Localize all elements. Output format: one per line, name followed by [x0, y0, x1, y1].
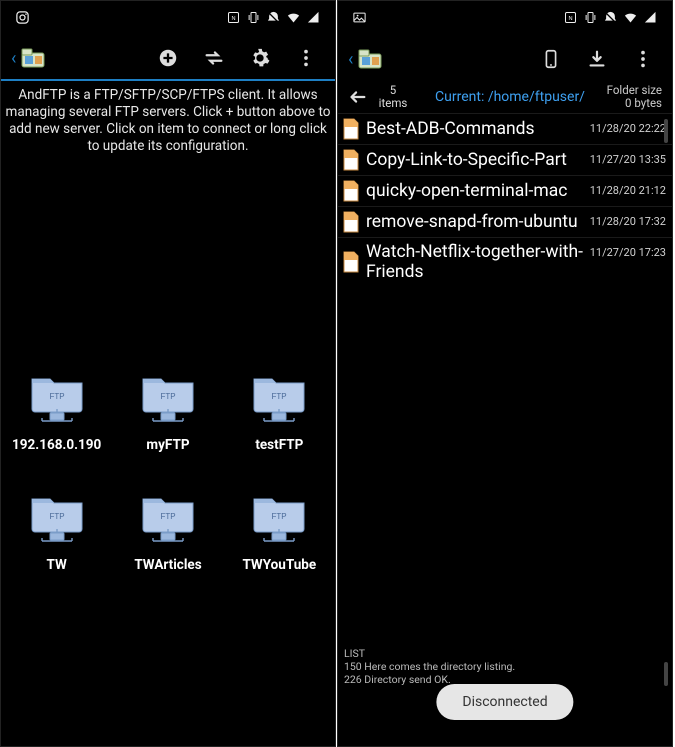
server-label: testFTP: [255, 437, 303, 453]
wifi-icon: [286, 10, 301, 28]
file-row[interactable]: Copy-Link-to-Specific-Part 11/27/20 13:3…: [338, 144, 672, 175]
ftp-folder-icon: FTP: [250, 369, 308, 425]
ftp-folder-icon: FTP: [28, 489, 86, 545]
nfc-icon: N: [226, 10, 241, 28]
ftp-folder-icon: FTP: [139, 489, 197, 545]
ftp-folder-icon: FTP: [139, 369, 197, 425]
svg-text:FTP: FTP: [49, 512, 64, 521]
file-name: Copy-Link-to-Specific-Part: [366, 150, 586, 170]
file-date: 11/28/20 21:12: [586, 180, 666, 197]
nfc-icon: N: [563, 10, 578, 28]
vibrate-icon: [246, 10, 261, 28]
device-button[interactable]: [528, 37, 574, 81]
app-toolbar: ‹: [338, 37, 672, 81]
ftp-log: LIST150 Here comes the directory listing…: [344, 647, 515, 686]
svg-text:FTP: FTP: [160, 512, 175, 521]
file-name: Best-ADB-Commands: [366, 119, 586, 139]
server-item[interactable]: FTP myFTP: [114, 369, 222, 453]
scrollbar[interactable]: [664, 662, 668, 686]
overflow-button[interactable]: [620, 37, 666, 81]
status-bar: N: [1, 1, 335, 37]
dnd-icon: [266, 10, 281, 28]
svg-text:FTP: FTP: [272, 392, 287, 401]
file-name: quicky-open-terminal-mac: [366, 181, 586, 201]
scrollbar[interactable]: [664, 119, 668, 143]
svg-text:N: N: [568, 16, 572, 22]
file-date: 11/27/20 13:35: [586, 149, 666, 166]
server-label: TWYouTube: [242, 557, 316, 573]
server-item[interactable]: FTP TWYouTube: [225, 489, 333, 573]
file-icon: [342, 118, 360, 140]
browser-header: 5 items Current: /home/ftpuser/ Folder s…: [338, 81, 672, 113]
up-button[interactable]: [342, 86, 372, 108]
vibrate-icon: [583, 10, 598, 28]
download-button[interactable]: [574, 37, 620, 81]
folder-size: Folder size 0 bytes: [606, 84, 668, 109]
signal-icon: [643, 10, 658, 28]
overflow-button[interactable]: [283, 36, 329, 80]
file-list: Best-ADB-Commands 11/28/20 22:22 Copy-Li…: [338, 113, 672, 286]
dnd-icon: [603, 10, 618, 28]
server-label: myFTP: [146, 437, 189, 453]
wifi-icon: [623, 10, 638, 28]
app-icon: [357, 46, 383, 72]
server-item[interactable]: FTP 192.168.0.190: [3, 369, 111, 453]
status-bar: N: [338, 1, 672, 37]
signal-icon: [306, 10, 321, 28]
add-server-button[interactable]: [145, 36, 191, 80]
server-label: 192.168.0.190: [12, 437, 101, 453]
log-line: LIST: [344, 647, 515, 660]
ftp-folder-icon: FTP: [250, 489, 308, 545]
svg-text:FTP: FTP: [49, 392, 64, 401]
instagram-icon: [15, 10, 30, 28]
svg-text:FTP: FTP: [272, 512, 287, 521]
file-icon: [342, 251, 360, 273]
file-date: 11/28/20 17:32: [586, 211, 666, 228]
server-label: TWArticles: [134, 557, 201, 573]
file-icon: [342, 149, 360, 171]
file-row[interactable]: remove-snapd-from-ubuntu 11/28/20 17:32: [338, 206, 672, 237]
log-line: 150 Here comes the directory listing.: [344, 660, 515, 673]
file-icon: [342, 180, 360, 202]
current-path[interactable]: Current: /home/ftpuser/: [414, 89, 606, 105]
swap-button[interactable]: [191, 36, 237, 80]
server-item[interactable]: FTP testFTP: [225, 369, 333, 453]
description-text: AndFTP is a FTP/SFTP/SCP/FTPS client. It…: [1, 81, 335, 159]
file-date: 11/27/20 17:23: [586, 242, 666, 259]
server-label: TW: [47, 557, 67, 573]
svg-text:N: N: [231, 16, 235, 22]
settings-button[interactable]: [237, 36, 283, 80]
ftp-folder-icon: FTP: [28, 369, 86, 425]
file-row[interactable]: Best-ADB-Commands 11/28/20 22:22: [338, 113, 672, 144]
server-grid: FTP 192.168.0.190 FTP myFTP FTP testFTP …: [1, 159, 335, 609]
toast-disconnected: Disconnected: [436, 684, 573, 720]
item-count: 5 items: [372, 84, 414, 109]
file-icon: [342, 211, 360, 233]
file-date: 11/28/20 22:22: [586, 118, 666, 135]
app-icon: [20, 45, 46, 71]
file-name: remove-snapd-from-ubuntu: [366, 212, 586, 232]
image-icon: [352, 10, 367, 28]
file-row[interactable]: Watch-Netflix-together-with-Friends 11/2…: [338, 237, 672, 286]
file-name: Watch-Netflix-together-with-Friends: [366, 242, 586, 282]
svg-text:FTP: FTP: [160, 392, 175, 401]
back-chevron-icon[interactable]: ‹: [7, 48, 18, 69]
app-toolbar: ‹: [1, 37, 335, 81]
file-row[interactable]: quicky-open-terminal-mac 11/28/20 21:12: [338, 175, 672, 206]
server-item[interactable]: FTP TW: [3, 489, 111, 573]
server-item[interactable]: FTP TWArticles: [114, 489, 222, 573]
back-chevron-icon[interactable]: ‹: [344, 49, 355, 70]
